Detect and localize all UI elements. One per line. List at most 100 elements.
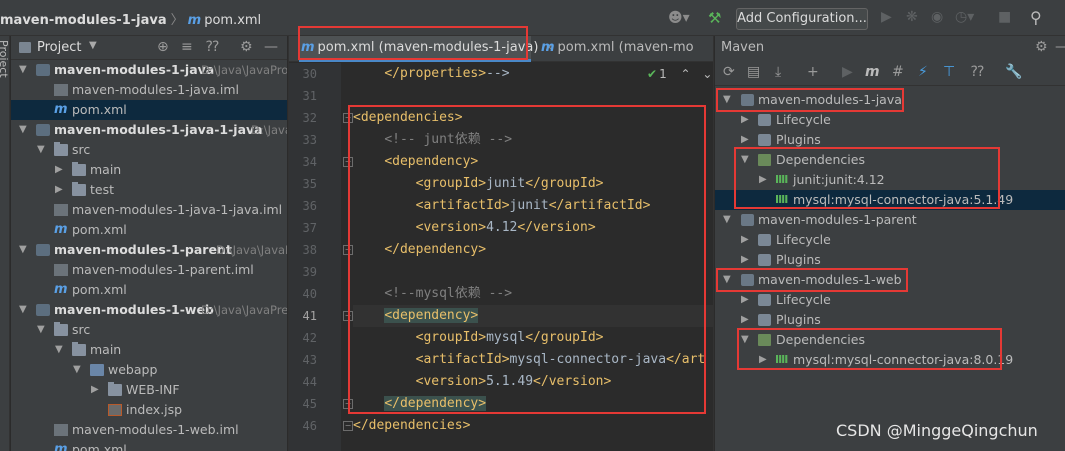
gear-icon[interactable]: ⚙	[240, 39, 253, 55]
chevron-right-icon[interactable]: ▶	[91, 380, 99, 400]
add-icon[interactable]: +	[807, 64, 819, 80]
tree-item[interactable]: ▼ maven-modules-1-web D:\Java\JavaPre	[11, 300, 287, 320]
tree-item[interactable]: ▶ WEB-INF	[11, 380, 287, 400]
chevron-down-icon[interactable]: ▼	[37, 320, 45, 340]
execute-goal-icon[interactable]: m	[865, 64, 880, 80]
fold-marker-icon[interactable]: −	[343, 421, 353, 431]
breadcrumb-file[interactable]: pom.xml	[204, 13, 261, 28]
tree-item-label: maven-modules-1-java-1-java.iml	[72, 202, 283, 217]
tree-item[interactable]: ▶ main	[11, 160, 287, 180]
iml-file-icon	[54, 84, 68, 96]
project-stripe-button[interactable]: Project	[0, 40, 10, 78]
tree-item[interactable]: ▼ maven-modules-1-parent D:\Java\JavaPro	[11, 240, 287, 260]
tree-item[interactable]: ▼ maven-modules-1-java-1-java D:\Java\	[11, 120, 287, 140]
show-dependencies-icon[interactable]: ⊤	[943, 64, 955, 80]
generate-sources-icon[interactable]: ▤	[747, 64, 760, 80]
tree-item[interactable]: m pom.xml	[11, 220, 287, 240]
tree-item[interactable]: m pom.xml	[11, 440, 287, 451]
jsp-file-icon	[108, 404, 122, 416]
chevron-right-icon[interactable]: ▶	[55, 160, 63, 180]
build-hammer-icon[interactable]: ⚒	[708, 9, 721, 27]
minimize-icon[interactable]: —	[264, 39, 278, 55]
tree-item[interactable]: index.jsp	[11, 400, 287, 420]
tree-item[interactable]: maven-modules-1-web.iml	[11, 420, 287, 440]
maven-file-icon: m	[541, 40, 555, 55]
editor-tab[interactable]: m pom.xml (maven-mo	[541, 36, 713, 62]
line-number: 45	[302, 397, 317, 411]
collapse-all-icon[interactable]: ⁇	[971, 64, 984, 80]
chevron-right-icon[interactable]: ▶	[741, 110, 749, 130]
breadcrumb-project[interactable]: maven-modules-1-java	[0, 13, 167, 28]
chevron-down-icon[interactable]: ▼	[19, 120, 27, 140]
chevron-down-icon[interactable]: ▼	[73, 360, 81, 380]
maven-tree-item[interactable]: ▼ maven-modules-1-parent	[715, 210, 1065, 230]
maven-file-icon: m	[54, 102, 68, 117]
chevron-down-icon[interactable]: ▼	[89, 40, 97, 51]
gear-icon[interactable]: ⚙	[1035, 39, 1048, 55]
profile-icon[interactable]: ◷▾	[955, 9, 974, 25]
tree-item[interactable]: ▼ src	[11, 320, 287, 340]
tree-item[interactable]: m pom.xml	[11, 100, 287, 120]
project-view-icon	[19, 42, 31, 53]
tree-item[interactable]: maven-modules-1-parent.iml	[11, 260, 287, 280]
tree-item-label: src	[72, 322, 91, 337]
tree-item[interactable]: ▼ main	[11, 340, 287, 360]
chevron-right-icon[interactable]: ▶	[741, 310, 749, 330]
folder-icon	[108, 382, 122, 396]
maven-tree-item[interactable]: ▶ Lifecycle	[715, 230, 1065, 250]
tree-item[interactable]: ▼ src	[11, 140, 287, 160]
watermark: CSDN @MinggeQingchun	[836, 421, 1038, 440]
tree-item[interactable]: m pom.xml	[11, 280, 287, 300]
collapse-all-icon[interactable]: ⁇	[206, 39, 219, 55]
chevron-down-icon[interactable]: ▼	[19, 240, 27, 260]
chevron-down-icon[interactable]: ▼	[723, 210, 731, 230]
toggle-offline-icon[interactable]: #	[892, 64, 904, 80]
chevron-right-icon: 〉	[170, 13, 184, 28]
user-icon[interactable]: ☻▾	[668, 10, 690, 26]
reload-icon[interactable]: ⟳	[723, 64, 735, 80]
line-number: 44	[302, 375, 317, 389]
locate-icon[interactable]: ⊕	[157, 39, 169, 55]
tree-item[interactable]: maven-modules-1-java.iml	[11, 80, 287, 100]
chevron-right-icon[interactable]: ▶	[741, 230, 749, 250]
download-icon[interactable]: ⤓	[775, 64, 781, 80]
tree-item[interactable]: ▶ test	[11, 180, 287, 200]
annotation-box-web-module	[716, 268, 908, 292]
stop-icon[interactable]: ■	[998, 9, 1011, 25]
run-icon[interactable]: ▶	[842, 64, 853, 80]
skip-tests-icon[interactable]: ⚡	[918, 64, 928, 80]
expand-all-icon[interactable]: ≡	[181, 39, 193, 55]
maven-tree-item[interactable]: ▶ Plugins	[715, 310, 1065, 330]
maven-tree-item[interactable]: ▶ Lifecycle	[715, 110, 1065, 130]
run-icon[interactable]: ▶	[881, 9, 892, 25]
minimize-icon[interactable]: —	[1055, 39, 1065, 55]
annotation-box-java-module	[716, 88, 904, 112]
chevron-down-icon[interactable]: ▼	[19, 300, 27, 320]
tree-item[interactable]: maven-modules-1-java-1-java.iml	[11, 200, 287, 220]
lifecycle-icon	[758, 294, 771, 306]
wrench-icon[interactable]: 🔧	[1005, 64, 1022, 80]
code-line[interactable]: </properties>-->	[353, 63, 713, 85]
chevron-right-icon[interactable]: ▶	[741, 290, 749, 310]
maven-tree-item[interactable]: ▶ Plugins	[715, 250, 1065, 270]
tree-item-label: maven-modules-1-parent	[54, 242, 232, 257]
annotation-box-java-dependencies	[734, 147, 1000, 209]
chevron-down-icon[interactable]: ▼	[37, 140, 45, 160]
maven-panel-header: Maven ⚙ —	[715, 36, 1065, 60]
tree-item[interactable]: ▼ webapp	[11, 360, 287, 380]
code-line[interactable]	[353, 85, 713, 107]
add-configuration-button[interactable]: Add Configuration...	[736, 8, 868, 30]
chevron-down-icon[interactable]: ▼	[55, 340, 63, 360]
coverage-icon[interactable]: ◉	[931, 9, 943, 25]
chevron-right-icon[interactable]: ▶	[55, 180, 63, 200]
debug-icon[interactable]: ❋	[906, 9, 918, 25]
tree-item[interactable]: ▼ maven-modules-1-java D:\Java\JavaPro	[11, 60, 287, 80]
chevron-down-icon[interactable]: ▼	[19, 60, 27, 80]
code-line[interactable]: </dependencies>	[353, 415, 713, 437]
maven-tree-item[interactable]: ▶ Lifecycle	[715, 290, 1065, 310]
search-icon[interactable]: ⚲	[1030, 8, 1042, 27]
module-icon	[36, 124, 50, 136]
chevron-right-icon[interactable]: ▶	[741, 250, 749, 270]
project-panel-title[interactable]: Project	[37, 40, 81, 55]
tree-item-path: D:\Java\	[251, 123, 287, 137]
